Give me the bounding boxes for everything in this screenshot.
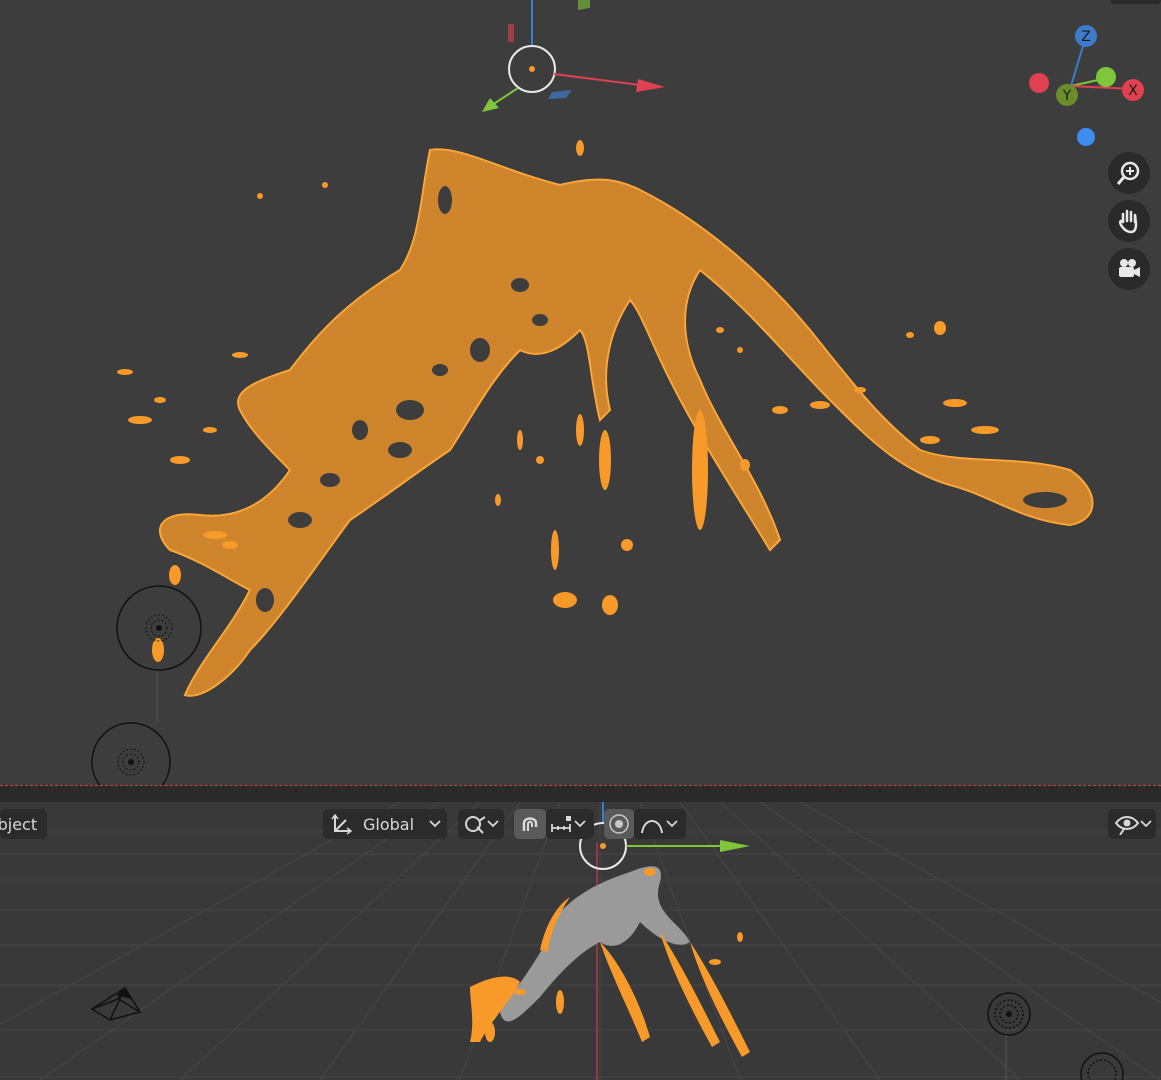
transform-gizmo[interactable] <box>470 0 670 120</box>
zoom-icon <box>1116 161 1140 185</box>
top-viewport[interactable]: Z X Y <box>0 0 1161 785</box>
axis-gizmo[interactable]: Z X Y <box>1025 22 1145 152</box>
snap-target-dropdown[interactable] <box>546 809 594 839</box>
chevron-down-icon <box>429 820 441 828</box>
snap-icon <box>522 817 538 831</box>
chevron-down-icon <box>574 820 586 828</box>
neg-z-axis-handle[interactable] <box>1077 128 1095 146</box>
top-edge-tab <box>1110 0 1161 4</box>
chevron-down-icon <box>1140 820 1152 828</box>
falloff-curve-icon <box>641 820 663 834</box>
bottom-viewport[interactable] <box>0 802 1161 1080</box>
z-axis-label: Z <box>1081 29 1091 45</box>
visibility-eye-icon <box>1114 816 1140 835</box>
proportional-edit-icon <box>609 814 629 834</box>
camera-icon <box>1119 259 1140 277</box>
neg-y-axis-handle[interactable] <box>1096 67 1116 87</box>
transform-orientation-dropdown[interactable]: Global <box>323 809 447 839</box>
neg-x-axis-handle[interactable] <box>1029 73 1049 93</box>
viewport-header: Object Global <box>0 806 1161 842</box>
visibility-dropdown[interactable] <box>1108 809 1156 839</box>
transform-orientation-icon <box>331 813 353 835</box>
orientation-label: Global <box>363 814 415 834</box>
zoom-button[interactable] <box>1108 152 1150 194</box>
snap-increment-icon <box>551 816 571 832</box>
chevron-down-icon <box>666 820 678 828</box>
pivot-icon <box>465 816 486 834</box>
chevron-down-icon <box>487 820 499 828</box>
pan-hand-icon <box>1118 209 1138 234</box>
mode-selector[interactable]: Object <box>0 809 47 839</box>
snap-toggle[interactable] <box>514 809 546 839</box>
mode-label: Object <box>0 814 38 834</box>
y-axis-label: Y <box>1062 88 1072 104</box>
pivot-point-dropdown[interactable] <box>458 809 504 839</box>
camera-view-button[interactable] <box>1108 248 1150 290</box>
falloff-dropdown[interactable] <box>634 809 686 839</box>
viewport-split-divider[interactable] <box>0 785 1161 803</box>
pan-button[interactable] <box>1108 200 1150 242</box>
x-axis-label: X <box>1128 83 1138 99</box>
proportional-edit-toggle[interactable] <box>604 809 634 839</box>
